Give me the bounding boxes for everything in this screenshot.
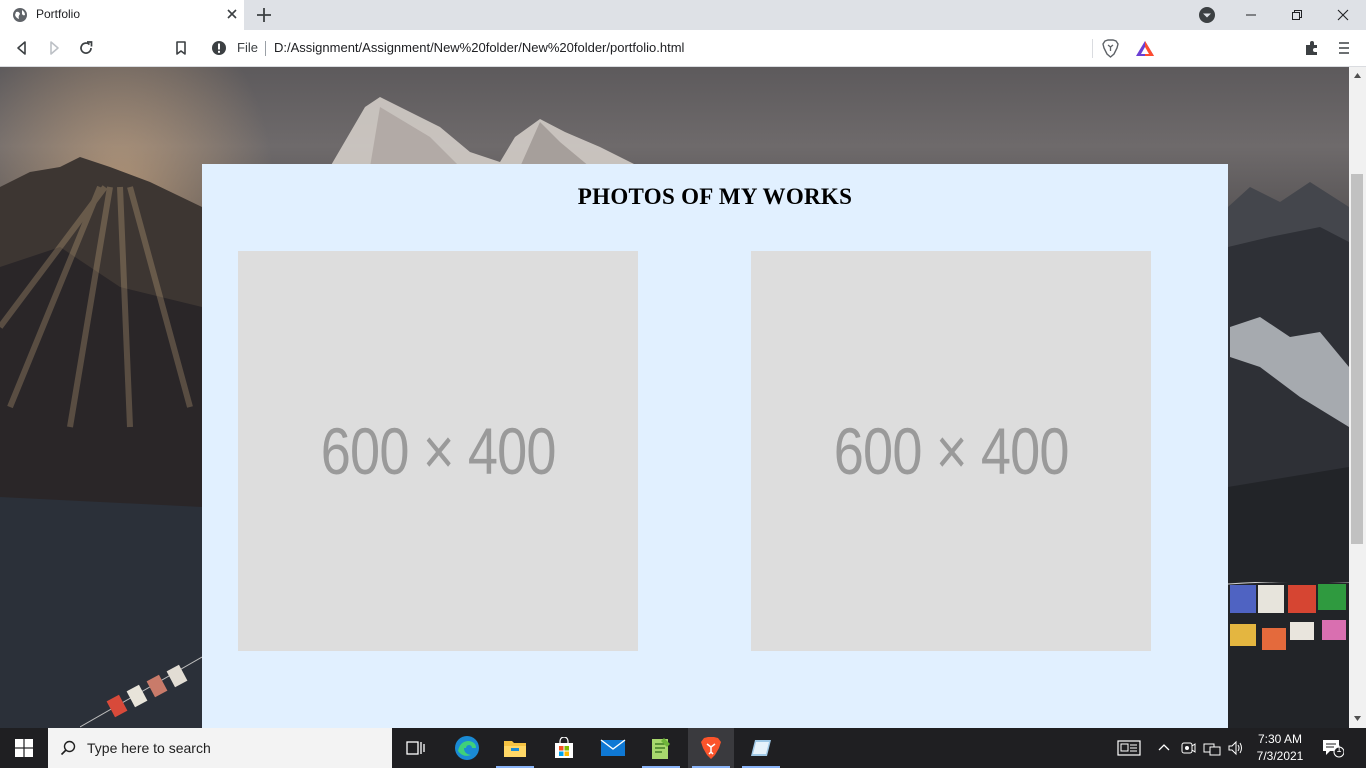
extensions-puzzle-icon[interactable] — [1303, 39, 1321, 57]
omnibox-divider — [265, 41, 266, 56]
edge-browser-icon — [455, 736, 479, 760]
clock-date: 7/3/2021 — [1256, 749, 1304, 763]
windows-logo-icon — [15, 739, 33, 757]
section-title: PHOTOS OF MY WORKS — [577, 184, 853, 209]
work-photo-placeholder: 600 × 400 — [751, 251, 1151, 651]
photo-dimensions-label: 600 × 400 — [833, 414, 1070, 488]
browser-tab-portfolio[interactable]: Portfolio — [0, 0, 244, 30]
taskbar-app-window[interactable] — [738, 728, 784, 768]
prayer-flags-image — [1228, 582, 1349, 650]
browser-toolbar: File D:/Assignment/Assignment/New%20fold… — [0, 30, 1366, 67]
new-tab-icon[interactable] — [254, 5, 274, 25]
start-button[interactable] — [0, 728, 48, 768]
windows-taskbar: Type here to search 7:30 AM 7/3/2021 1 — [0, 728, 1366, 768]
volume-icon[interactable] — [1227, 739, 1245, 757]
tab-title: Portfolio — [36, 7, 81, 21]
taskbar-store[interactable] — [541, 728, 587, 768]
taskbar-mail[interactable] — [590, 728, 636, 768]
brave-rewards-icon[interactable] — [1135, 40, 1155, 57]
taskbar-file-explorer[interactable] — [492, 728, 538, 768]
photo-dimensions-label: 600 × 400 — [320, 414, 557, 488]
news-widget-icon[interactable] — [1117, 739, 1141, 757]
page-viewport: PHOTOS OF MY WORKS 600 × 400 600 × 400 — [0, 67, 1349, 728]
app-window-icon — [751, 740, 771, 756]
work-photo-placeholder: 600 × 400 — [238, 251, 638, 651]
store-bag-icon — [555, 737, 573, 758]
scroll-down-arrow-icon[interactable] — [1353, 714, 1362, 723]
tab-search-icon[interactable] — [1196, 5, 1218, 25]
close-window-button[interactable] — [1320, 0, 1366, 30]
action-center-button[interactable]: 1 — [1322, 738, 1345, 758]
omnibox-divider-right — [1092, 39, 1093, 58]
notification-count-badge: 1 — [1336, 744, 1342, 754]
page-scrollbar[interactable] — [1349, 67, 1366, 728]
taskbar-clock[interactable]: 7:30 AM 7/3/2021 — [1252, 731, 1308, 765]
restore-icon — [1292, 10, 1302, 20]
task-view-button[interactable] — [393, 728, 439, 768]
clock-time: 7:30 AM — [1257, 732, 1303, 746]
menu-hamburger-icon[interactable] — [1335, 39, 1353, 57]
works-section: PHOTOS OF MY WORKS 600 × 400 600 × 400 — [202, 164, 1228, 728]
back-arrow-icon[interactable] — [13, 39, 31, 57]
task-view-icon — [406, 741, 425, 755]
taskbar-search-box[interactable]: Type here to search — [48, 728, 392, 768]
folder-icon — [504, 741, 526, 757]
globe-icon — [13, 8, 27, 22]
address-bar[interactable]: File D:/Assignment/Assignment/New%20fold… — [203, 35, 1163, 62]
close-tab-icon[interactable] — [224, 6, 240, 22]
scroll-up-arrow-icon[interactable] — [1353, 71, 1362, 80]
search-placeholder: Type here to search — [87, 740, 211, 756]
taskbar-edge[interactable] — [444, 728, 490, 768]
taskbar-notepad-plus[interactable] — [638, 728, 684, 768]
reload-icon[interactable] — [77, 39, 95, 57]
bookmark-icon[interactable] — [172, 39, 190, 57]
brave-shield-icon[interactable] — [1102, 39, 1119, 58]
scheme-label: File — [237, 40, 258, 55]
restore-button[interactable] — [1274, 0, 1320, 30]
taskbar-brave[interactable] — [688, 728, 734, 768]
mail-envelope-icon — [600, 739, 626, 756]
meet-now-icon[interactable] — [1180, 739, 1196, 757]
info-icon[interactable] — [211, 40, 227, 56]
brave-lion-icon — [701, 737, 721, 759]
scrollbar-thumb[interactable] — [1351, 174, 1363, 544]
browser-title-bar: Portfolio — [0, 0, 1366, 30]
url-text[interactable]: D:/Assignment/Assignment/New%20folder/Ne… — [274, 40, 684, 55]
left-prayer-flags-image — [80, 656, 202, 728]
network-icon[interactable] — [1203, 739, 1221, 757]
minimize-icon — [1246, 14, 1256, 16]
minimize-button[interactable] — [1228, 0, 1274, 30]
chevron-up-icon[interactable] — [1156, 739, 1172, 757]
close-icon — [1337, 9, 1349, 21]
forward-arrow-icon[interactable] — [45, 39, 63, 57]
notepad-plus-icon — [652, 738, 670, 759]
search-icon — [60, 740, 76, 756]
